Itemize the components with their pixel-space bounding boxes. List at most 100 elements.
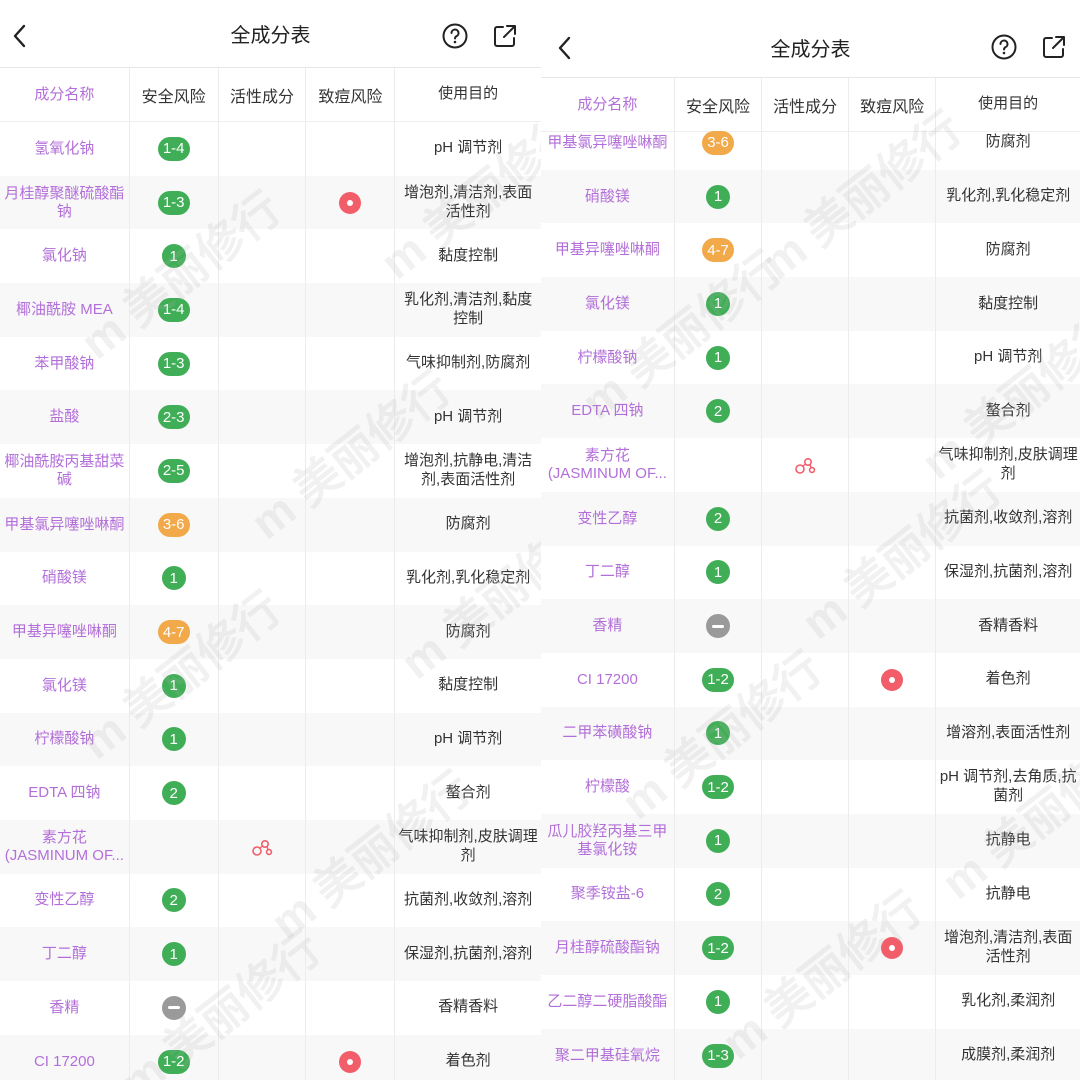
ingredient-name[interactable]: 丁二醇 <box>541 545 675 600</box>
page-title: 全成分表 <box>770 39 851 61</box>
table-row[interactable]: 聚季铵盐-6 2 抗静电 <box>541 867 1080 922</box>
table-row[interactable]: 椰油酰胺丙基甜菜碱 2-5 增泡剂,抗静电,清洁剂,表面活性剂 <box>0 444 541 498</box>
ingredient-name[interactable]: 甲基异噻唑啉酮 <box>541 223 675 278</box>
table-row[interactable]: 氢氧化钠 1-4 pH 调节剂 <box>0 122 541 176</box>
ingredient-name[interactable]: 氯化镁 <box>541 277 675 331</box>
table-row[interactable]: 甲基异噻唑啉酮 4-7 防腐剂 <box>541 223 1080 278</box>
ingredient-name[interactable]: 聚季铵盐-6 <box>541 867 675 922</box>
safety-risk-cell: 2 <box>130 766 219 820</box>
table-row[interactable]: 氯化镁 1 黏度控制 <box>541 277 1080 331</box>
active-ingredient-cell <box>762 169 849 224</box>
question-circle-icon <box>991 34 1017 60</box>
ingredient-name[interactable]: 丁二醇 <box>0 927 130 981</box>
ingredient-name[interactable]: EDTA 四钠 <box>541 384 675 439</box>
usage-purpose: 增溶剂,表面活性剂 <box>946 724 1071 742</box>
column-header-purpose: 使用目的 <box>438 85 499 103</box>
ingredient-name[interactable]: 氯化钠 <box>0 229 130 284</box>
ingredient-name[interactable]: EDTA 四钠 <box>0 766 130 820</box>
table-row[interactable]: CI 17200 1-2 着色剂 <box>0 1034 541 1080</box>
ingredient-name[interactable]: 椰油酰胺 MEA <box>0 283 130 337</box>
table-row[interactable]: 硝酸镁 1 乳化剂,乳化稳定剂 <box>0 551 541 606</box>
back-button[interactable] <box>551 34 579 62</box>
table-row[interactable]: 丁二醇 1 保湿剂,抗菌剂,溶剂 <box>0 927 541 981</box>
table-row[interactable]: CI 17200 1-2 着色剂 <box>541 652 1080 707</box>
help-button[interactable] <box>441 22 469 50</box>
usage-purpose: 抗静电 <box>985 831 1031 849</box>
table-row[interactable]: 苯甲酸钠 1-3 气味抑制剂,防腐剂 <box>0 336 541 391</box>
ingredient-name[interactable]: 甲基氯异噻唑啉酮 <box>541 116 675 170</box>
table-row[interactable]: 素方花 (JASMINUM OF... 气味抑制剂,皮肤调理剂 <box>0 819 541 874</box>
table-row[interactable]: 月桂醇硫酸酯钠 1-2 增泡剂,清洁剂,表面活性剂 <box>541 921 1080 975</box>
ingredient-name[interactable]: 月桂醇聚醚硫酸酯钠 <box>0 175 130 230</box>
table-row[interactable]: 甲基氯异噻唑啉酮 3-6 防腐剂 <box>541 116 1080 170</box>
table-row[interactable]: 柠檬酸钠 1 pH 调节剂 <box>541 330 1080 385</box>
ingredient-name[interactable]: 盐酸 <box>0 390 130 445</box>
acne-risk-cell <box>306 551 396 606</box>
ingredient-name[interactable]: 香精 <box>541 599 675 653</box>
usage-purpose: 香精香料 <box>978 616 1039 634</box>
ingredient-name[interactable]: 二甲苯磺酸钠 <box>541 706 675 761</box>
ingredient-name[interactable]: 柠檬酸钠 <box>0 712 130 767</box>
ingredient-name[interactable]: CI 17200 <box>541 652 675 707</box>
ingredient-name[interactable]: 甲基异噻唑啉酮 <box>0 605 130 659</box>
table-row[interactable]: 硝酸镁 1 乳化剂,乳化稳定剂 <box>541 169 1080 224</box>
ingredient-name[interactable]: 氢氧化钠 <box>0 122 130 176</box>
ingredient-name[interactable]: 聚二甲基硅氧烷 <box>541 1028 675 1080</box>
ingredient-name[interactable]: 乙二醇二硬脂酸酯 <box>541 975 675 1029</box>
table-header: 成分名称 安全风险 活性成分 致痘风险 使用目的 <box>0 68 541 122</box>
safety-risk-cell: 1 <box>130 229 219 284</box>
table-row[interactable]: 甲基异噻唑啉酮 4-7 防腐剂 <box>0 605 541 659</box>
table-row[interactable]: 月桂醇聚醚硫酸酯钠 1-3 增泡剂,清洁剂,表面活性剂 <box>0 175 541 230</box>
back-button[interactable] <box>6 22 34 50</box>
table-row[interactable]: 变性乙醇 2 抗菌剂,收敛剂,溶剂 <box>0 873 541 928</box>
ingredient-name[interactable]: 素方花 (JASMINUM OF... <box>0 819 130 874</box>
ingredient-name[interactable]: 苯甲酸钠 <box>0 336 130 391</box>
ingredient-name[interactable]: 柠檬酸钠 <box>541 330 675 385</box>
table-row[interactable]: 丁二醇 1 保湿剂,抗菌剂,溶剂 <box>541 545 1080 600</box>
table-row[interactable]: 瓜儿胶羟丙基三甲基氯化铵 1 抗静电 <box>541 813 1080 868</box>
safety-risk-badge: 1-2 <box>702 775 734 800</box>
active-ingredient-cell <box>219 605 307 659</box>
active-ingredient-cell <box>762 975 849 1029</box>
table-row[interactable]: 聚二甲基硅氧烷 1-3 成膜剂,柔润剂 <box>541 1028 1080 1080</box>
table-row[interactable]: 香精 香精香料 <box>0 981 541 1035</box>
share-button[interactable] <box>491 22 519 50</box>
chevron-left-icon <box>13 24 26 48</box>
ingredient-name[interactable]: 柠檬酸 <box>541 760 675 814</box>
safety-risk-badge: 1 <box>161 673 186 698</box>
table-row[interactable]: 甲基氯异噻唑啉酮 3-6 防腐剂 <box>0 497 541 552</box>
table-row[interactable]: 氯化镁 1 黏度控制 <box>0 658 541 713</box>
ingredient-name[interactable]: 素方花 (JASMINUM OF... <box>541 438 675 492</box>
table-row[interactable]: 氯化钠 1 黏度控制 <box>0 229 541 284</box>
ingredient-name[interactable]: 甲基氯异噻唑啉酮 <box>0 497 130 552</box>
ingredient-name[interactable]: 变性乙醇 <box>541 491 675 546</box>
help-button[interactable] <box>990 33 1018 61</box>
table-row[interactable]: 椰油酰胺 MEA 1-4 乳化剂,清洁剂,黏度控制 <box>0 283 541 337</box>
usage-purpose: 乳化剂,乳化稳定剂 <box>946 187 1071 205</box>
ingredient-name[interactable]: 氯化镁 <box>0 658 130 713</box>
table-row[interactable]: 乙二醇二硬脂酸酯 1 乳化剂,柔润剂 <box>541 975 1080 1029</box>
ingredient-name[interactable]: CI 17200 <box>0 1034 130 1080</box>
active-ingredient-cell <box>219 927 307 981</box>
table-row[interactable]: 素方花 (JASMINUM OF... 气味抑制剂,皮肤调理剂 <box>541 438 1080 492</box>
table-row[interactable]: EDTA 四钠 2 螯合剂 <box>0 766 541 820</box>
table-row[interactable]: 二甲苯磺酸钠 1 增溶剂,表面活性剂 <box>541 706 1080 761</box>
safety-risk-cell: 1 <box>130 658 219 713</box>
safety-risk-badge: 1-3 <box>157 351 190 376</box>
ingredient-name[interactable]: 硝酸镁 <box>541 169 675 224</box>
acne-risk-cell <box>849 867 937 922</box>
ingredient-name[interactable]: 香精 <box>0 981 130 1035</box>
ingredient-name[interactable]: 变性乙醇 <box>0 873 130 928</box>
ingredient-name[interactable]: 椰油酰胺丙基甜菜碱 <box>0 444 130 498</box>
ingredient-name[interactable]: 硝酸镁 <box>0 551 130 606</box>
safety-risk-cell: 3-6 <box>130 497 219 552</box>
ingredient-name[interactable]: 瓜儿胶羟丙基三甲基氯化铵 <box>541 813 675 868</box>
share-button[interactable] <box>1040 33 1068 61</box>
table-row[interactable]: 香精 香精香料 <box>541 599 1080 653</box>
ingredient-name[interactable]: 月桂醇硫酸酯钠 <box>541 921 675 975</box>
table-row[interactable]: 柠檬酸 1-2 pH 调节剂,去角质,抗菌剂 <box>541 760 1080 814</box>
table-row[interactable]: 盐酸 2-3 pH 调节剂 <box>0 390 541 445</box>
table-row[interactable]: 变性乙醇 2 抗菌剂,收敛剂,溶剂 <box>541 491 1080 546</box>
table-row[interactable]: EDTA 四钠 2 螯合剂 <box>541 384 1080 439</box>
table-row[interactable]: 柠檬酸钠 1 pH 调节剂 <box>0 712 541 767</box>
